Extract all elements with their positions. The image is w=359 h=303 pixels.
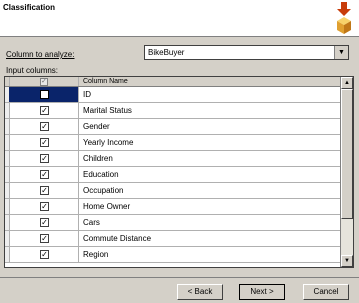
- include-cell[interactable]: ✓: [9, 183, 79, 198]
- include-cell[interactable]: ✓: [9, 135, 79, 150]
- column-name-cell: Commute Distance: [83, 234, 152, 243]
- column-to-analyze-label: Column to analyze:: [6, 50, 75, 59]
- include-cell[interactable]: ✓: [9, 119, 79, 134]
- include-checkbox[interactable]: ✓: [40, 154, 49, 163]
- page-title: Classification: [3, 3, 56, 12]
- include-cell[interactable]: ✓: [9, 215, 79, 230]
- include-checkbox[interactable]: ✓: [40, 250, 49, 259]
- cancel-button[interactable]: Cancel: [303, 284, 349, 300]
- grid-header-row: ✓ Column Name: [5, 77, 342, 87]
- include-checkbox[interactable]: ✓: [40, 234, 49, 243]
- table-row[interactable]: ✓ Occupation: [5, 183, 342, 199]
- table-row[interactable]: ✓ Home Owner: [5, 199, 342, 215]
- include-checkbox[interactable]: ✓: [40, 122, 49, 131]
- back-button[interactable]: < Back: [177, 284, 223, 300]
- wizard-box-arrow-icon: [337, 2, 351, 34]
- table-row[interactable]: ✓ Marital Status: [5, 103, 342, 119]
- include-checkbox[interactable]: [40, 90, 49, 99]
- include-checkbox[interactable]: ✓: [40, 170, 49, 179]
- wizard-header: Classification: [0, 0, 359, 37]
- grid-scrollbar[interactable]: ▲ ▼: [340, 77, 353, 267]
- column-name-cell: Yearly Income: [83, 138, 134, 147]
- table-row[interactable]: ✓ Education: [5, 167, 342, 183]
- table-row[interactable]: ✓ Cars: [5, 215, 342, 231]
- select-all-checkbox[interactable]: ✓: [40, 78, 48, 86]
- column-to-analyze-select[interactable]: BikeBuyer ▼: [144, 45, 349, 60]
- table-row[interactable]: ID: [5, 87, 342, 103]
- select-all-header[interactable]: ✓: [9, 77, 79, 86]
- table-row[interactable]: ✓ Commute Distance: [5, 231, 342, 247]
- column-name-cell: Children: [83, 154, 113, 163]
- include-checkbox[interactable]: ✓: [40, 186, 49, 195]
- include-cell[interactable]: ✓: [9, 231, 79, 246]
- column-name-cell: Home Owner: [83, 202, 131, 211]
- chevron-down-icon[interactable]: ▼: [334, 46, 348, 59]
- include-cell[interactable]: ✓: [9, 103, 79, 118]
- scroll-down-icon[interactable]: ▼: [341, 255, 353, 267]
- column-name-cell: Cars: [83, 218, 100, 227]
- include-cell[interactable]: ✓: [9, 151, 79, 166]
- column-name-cell: ID: [83, 90, 91, 99]
- input-columns-label: Input columns:: [6, 66, 59, 75]
- include-cell[interactable]: [9, 87, 79, 102]
- include-cell[interactable]: ✓: [9, 247, 79, 262]
- include-cell[interactable]: ✓: [9, 167, 79, 182]
- input-columns-grid[interactable]: ✓ Column Name ID ✓ Marital Status ✓ Gender ✓ Y…: [4, 76, 354, 268]
- column-name-cell: Marital Status: [83, 106, 132, 115]
- column-to-analyze-value: BikeBuyer: [148, 48, 185, 57]
- include-checkbox[interactable]: ✓: [40, 106, 49, 115]
- include-checkbox[interactable]: ✓: [40, 218, 49, 227]
- column-name-cell: Occupation: [83, 186, 124, 195]
- table-row[interactable]: ✓ Gender: [5, 119, 342, 135]
- include-checkbox[interactable]: ✓: [40, 138, 49, 147]
- column-name-cell: Education: [83, 170, 119, 179]
- scroll-up-icon[interactable]: ▲: [341, 77, 353, 89]
- table-row[interactable]: ✓ Children: [5, 151, 342, 167]
- table-row[interactable]: ✓ Region: [5, 247, 342, 263]
- column-name-cell: Gender: [83, 122, 110, 131]
- include-checkbox[interactable]: ✓: [40, 202, 49, 211]
- column-name-header: Column Name: [83, 78, 128, 85]
- scrollbar-thumb[interactable]: [341, 89, 353, 219]
- table-row[interactable]: ✓ Yearly Income: [5, 135, 342, 151]
- include-cell[interactable]: ✓: [9, 199, 79, 214]
- column-name-cell: Region: [83, 250, 109, 259]
- next-button[interactable]: Next >: [239, 284, 285, 300]
